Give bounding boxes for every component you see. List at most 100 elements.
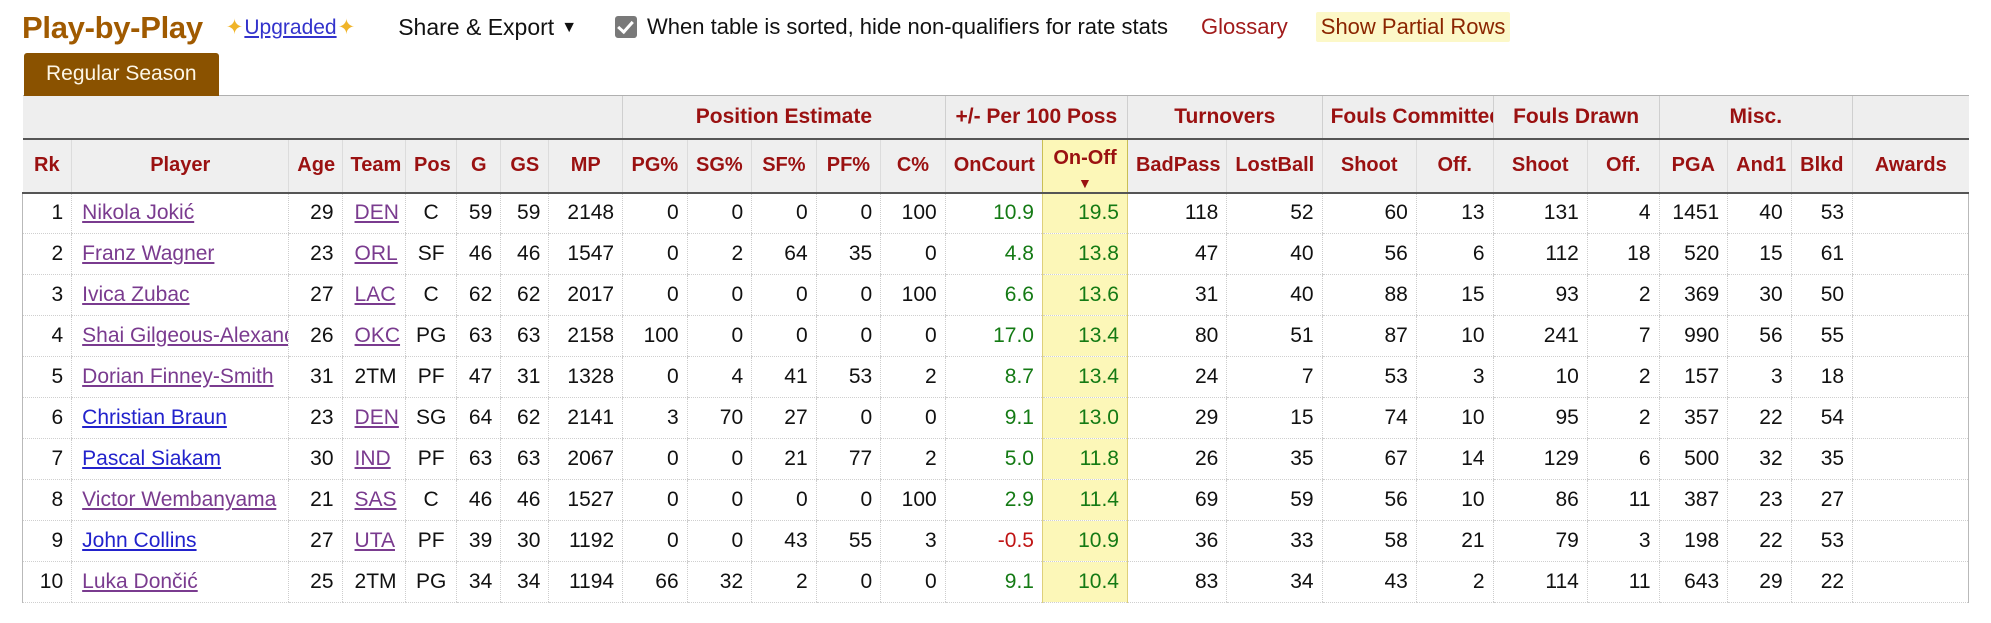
col-header-mp[interactable]: MP bbox=[548, 138, 623, 194]
col-header-lostball[interactable]: LostBall bbox=[1226, 138, 1323, 194]
checkbox-icon[interactable] bbox=[615, 16, 638, 38]
cell-c-pct: 100 bbox=[880, 479, 946, 521]
cell-player[interactable]: Franz Wagner bbox=[71, 233, 289, 275]
table-head: Position Estimate +/- Per 100 Poss Turno… bbox=[22, 95, 1969, 194]
col-header-sg-pct[interactable]: SG% bbox=[686, 138, 752, 194]
cell-team: 2TM bbox=[341, 561, 406, 603]
cell-c-pct: 0 bbox=[880, 233, 946, 275]
cell-g: 46 bbox=[456, 479, 501, 521]
player-link[interactable]: Christian Braun bbox=[82, 406, 227, 429]
cell-fouls-drawn-shoot: 86 bbox=[1492, 479, 1588, 521]
col-header-player[interactable]: Player bbox=[71, 138, 289, 194]
team-link[interactable]: LAC bbox=[355, 283, 396, 306]
cell-sf-pct: 41 bbox=[751, 356, 817, 398]
cell-and1: 22 bbox=[1727, 397, 1792, 439]
cell-oncourt: 9.1 bbox=[944, 561, 1043, 603]
cell-team[interactable]: IND bbox=[341, 438, 406, 480]
team-link[interactable]: DEN bbox=[355, 406, 399, 429]
col-header-fouls-committed-shoot[interactable]: Shoot bbox=[1321, 138, 1417, 194]
share-export-dropdown[interactable]: Share & Export ▼ bbox=[398, 14, 577, 41]
cell-sg-pct: 0 bbox=[686, 479, 752, 521]
col-header-team[interactable]: Team bbox=[341, 138, 406, 194]
col-header-g[interactable]: G bbox=[456, 138, 501, 194]
cell-team[interactable]: ORL bbox=[341, 233, 406, 275]
player-link[interactable]: Dorian Finney-Smith bbox=[82, 365, 273, 388]
team-link[interactable]: SAS bbox=[355, 488, 397, 511]
cell-pos: PG bbox=[405, 561, 457, 603]
col-header-pos[interactable]: Pos bbox=[405, 138, 457, 194]
team-link[interactable]: OKC bbox=[355, 324, 401, 347]
cell-awards bbox=[1852, 192, 1969, 234]
team-link[interactable]: DEN bbox=[355, 201, 399, 224]
table-row: 6 Christian Braun 23 DEN SG 64 62 2141 3 70 27 0 0 9.… bbox=[21, 397, 1969, 439]
cell-rk: 5 bbox=[21, 356, 72, 398]
player-link[interactable]: Shai Gilgeous-Alexander bbox=[82, 324, 289, 347]
cell-player[interactable]: Victor Wembanyama bbox=[71, 479, 289, 521]
col-header-pga[interactable]: PGA bbox=[1658, 138, 1728, 194]
cell-player[interactable]: Christian Braun bbox=[71, 397, 289, 439]
cell-player[interactable]: Ivica Zubac bbox=[71, 274, 289, 316]
cell-c-pct: 0 bbox=[880, 561, 946, 603]
player-link[interactable]: Pascal Siakam bbox=[82, 447, 221, 470]
cell-player[interactable]: Pascal Siakam bbox=[71, 438, 289, 480]
col-header-sf-pct[interactable]: SF% bbox=[751, 138, 817, 194]
cell-g: 59 bbox=[456, 192, 501, 234]
cell-rk: 2 bbox=[21, 233, 72, 275]
col-header-fouls-committed-off[interactable]: Off. bbox=[1415, 138, 1494, 194]
player-link[interactable]: Victor Wembanyama bbox=[82, 488, 276, 511]
show-partial-rows-link[interactable]: Show Partial Rows bbox=[1315, 12, 1511, 42]
col-header-awards[interactable]: Awards bbox=[1852, 138, 1969, 194]
team-link[interactable]: IND bbox=[355, 447, 391, 470]
cell-oncourt: -0.5 bbox=[944, 520, 1043, 562]
col-header-gs[interactable]: GS bbox=[500, 138, 549, 194]
player-link[interactable]: Luka Dončić bbox=[82, 570, 198, 593]
col-header-oncourt[interactable]: OnCourt bbox=[944, 138, 1043, 194]
cell-sf-pct: 43 bbox=[751, 520, 817, 562]
cell-lostball: 35 bbox=[1226, 438, 1323, 480]
cell-team[interactable]: DEN bbox=[341, 397, 406, 439]
col-header-fouls-drawn-shoot[interactable]: Shoot bbox=[1492, 138, 1588, 194]
upgraded-badge[interactable]: ✦ Upgraded ✦ bbox=[225, 17, 356, 38]
cell-fouls-committed-off: 10 bbox=[1415, 397, 1494, 439]
col-header-blkd[interactable]: Blkd bbox=[1790, 138, 1853, 194]
cell-team[interactable]: DEN bbox=[341, 192, 406, 234]
col-header-badpass[interactable]: BadPass bbox=[1126, 138, 1227, 194]
player-link[interactable]: Nikola Jokić bbox=[82, 201, 194, 224]
col-header-c-pct[interactable]: C% bbox=[880, 138, 946, 194]
cell-player[interactable]: John Collins bbox=[71, 520, 289, 562]
cell-gs: 46 bbox=[500, 479, 549, 521]
cell-team[interactable]: UTA bbox=[341, 520, 406, 562]
cell-player[interactable]: Luka Dončić bbox=[71, 561, 289, 603]
cell-badpass: 83 bbox=[1126, 561, 1227, 603]
col-header-age[interactable]: Age bbox=[288, 138, 343, 194]
cell-player[interactable]: Shai Gilgeous-Alexander bbox=[71, 315, 289, 357]
cell-pg-pct: 66 bbox=[622, 561, 688, 603]
cell-player[interactable]: Nikola Jokić bbox=[71, 192, 289, 234]
cell-player[interactable]: Dorian Finney-Smith bbox=[71, 356, 289, 398]
col-header-and1[interactable]: And1 bbox=[1727, 138, 1792, 194]
player-link[interactable]: Ivica Zubac bbox=[82, 283, 189, 306]
player-link[interactable]: Franz Wagner bbox=[82, 242, 214, 265]
col-header-rk[interactable]: Rk bbox=[22, 138, 72, 194]
col-header-on-off[interactable]: On-Off ▼ bbox=[1041, 138, 1128, 194]
col-header-fouls-drawn-off[interactable]: Off. bbox=[1586, 138, 1660, 194]
player-link[interactable]: John Collins bbox=[82, 529, 196, 552]
upgraded-link[interactable]: Upgraded bbox=[244, 17, 336, 38]
cell-fouls-committed-off: 3 bbox=[1415, 356, 1494, 398]
cell-team[interactable]: LAC bbox=[341, 274, 406, 316]
tab-regular-season[interactable]: Regular Season bbox=[24, 53, 219, 96]
team-link[interactable]: UTA bbox=[355, 529, 395, 552]
cell-blkd: 22 bbox=[1790, 561, 1853, 603]
team-link[interactable]: ORL bbox=[355, 242, 398, 265]
cell-sf-pct: 64 bbox=[751, 233, 817, 275]
cell-lostball: 33 bbox=[1226, 520, 1323, 562]
glossary-link[interactable]: Glossary bbox=[1201, 14, 1288, 40]
col-header-pf-pct[interactable]: PF% bbox=[815, 138, 881, 194]
cell-team[interactable]: OKC bbox=[341, 315, 406, 357]
cell-pg-pct: 0 bbox=[622, 479, 688, 521]
hide-non-qualifiers-toggle[interactable]: When table is sorted, hide non-qualifier… bbox=[615, 14, 1168, 40]
group-header-fouls-committed: Fouls Committed bbox=[1321, 95, 1494, 140]
col-header-pg-pct[interactable]: PG% bbox=[622, 138, 688, 194]
cell-rk: 4 bbox=[21, 315, 72, 357]
cell-team[interactable]: SAS bbox=[341, 479, 406, 521]
